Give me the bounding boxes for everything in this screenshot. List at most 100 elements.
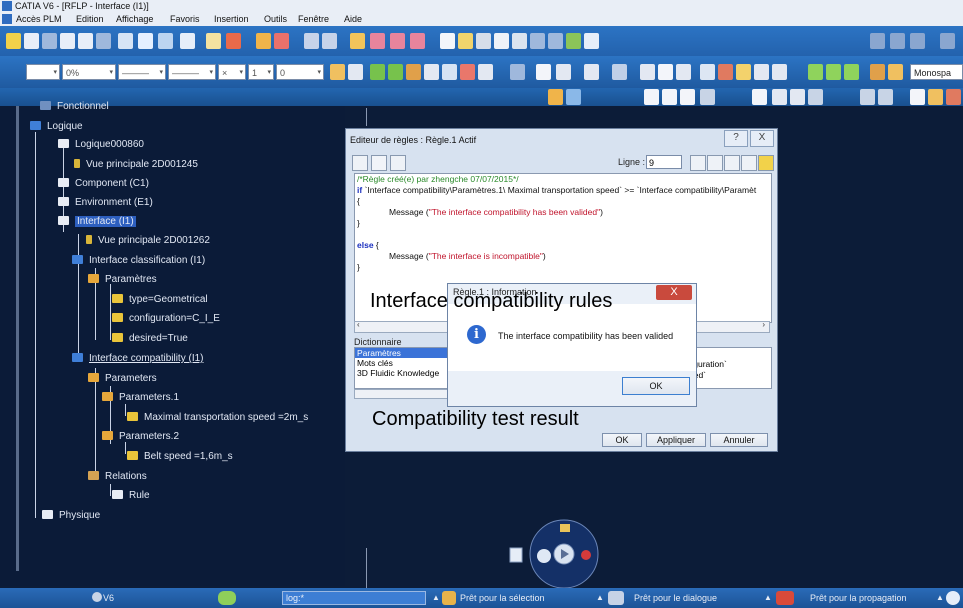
window-tile-icon[interactable]	[890, 33, 905, 49]
tree-node-max-transport-speed[interactable]: Maximal transportation speed =2m_s	[127, 411, 308, 425]
stop-icon[interactable]	[844, 64, 859, 80]
tree-node-interface-classification[interactable]: Interface classification (I1)	[72, 254, 205, 268]
tree-node-logique000860[interactable]: Logique000860	[58, 138, 144, 152]
window-a-icon[interactable]	[644, 89, 659, 105]
pen-icon[interactable]	[640, 64, 655, 80]
menu-outils[interactable]: Outils	[264, 12, 287, 26]
log-input[interactable]: log:*	[282, 591, 426, 605]
tree-node-parameters-2[interactable]: Parameters.2	[102, 430, 179, 444]
dropdown-icon[interactable]: ▲	[936, 591, 944, 605]
knowledge-icon[interactable]	[256, 33, 271, 49]
report-edit-icon[interactable]	[928, 89, 943, 105]
binoculars-icon[interactable]	[690, 155, 706, 171]
window-restore-icon[interactable]	[870, 33, 885, 49]
menu-favoris[interactable]: Favoris	[170, 12, 200, 26]
chart-icon[interactable]	[390, 33, 405, 49]
knowledge-expert-icon[interactable]	[888, 64, 903, 80]
tree-node-component[interactable]: Component (C1)	[58, 177, 149, 191]
chat-icon[interactable]	[584, 64, 599, 80]
compass-widget[interactable]	[508, 510, 604, 590]
lock-icon[interactable]	[736, 64, 751, 80]
light-icon[interactable]	[566, 89, 581, 105]
tree-node-belt-speed[interactable]: Belt speed =1,6m_s	[127, 450, 233, 464]
dictionary-item-parametres[interactable]: Paramètres	[355, 348, 455, 358]
dictionary-item-3d-fluidic[interactable]: 3D Fluidic Knowledge	[355, 368, 455, 378]
optimize-icon[interactable]	[870, 64, 885, 80]
rotate-icon[interactable]	[42, 33, 57, 49]
cancel-button[interactable]: Annuler	[710, 433, 768, 447]
compass-right-icon[interactable]	[581, 550, 591, 560]
tree-node-desired[interactable]: desired=True	[112, 332, 188, 346]
doc-edit-icon[interactable]	[772, 89, 787, 105]
doc-icon[interactable]	[752, 89, 767, 105]
compass-rotate-icon[interactable]	[537, 549, 551, 563]
undo-icon[interactable]	[530, 33, 545, 49]
window-c-icon[interactable]	[680, 89, 695, 105]
copy-icon[interactable]	[494, 33, 509, 49]
list-icon[interactable]	[700, 64, 715, 80]
apply-button[interactable]: Appliquer	[646, 433, 706, 447]
close-button[interactable]: X	[750, 130, 774, 147]
menu-insertion[interactable]: Insertion	[214, 12, 249, 26]
tree-node-parameters[interactable]: Parameters	[88, 372, 157, 386]
ok-button[interactable]: OK	[602, 433, 642, 447]
help-button[interactable]: ?	[724, 130, 748, 147]
tree-node-rule[interactable]: Rule	[112, 489, 150, 503]
info-close-button[interactable]: X	[656, 285, 692, 300]
dictionary-scrollbar[interactable]	[354, 389, 454, 399]
catalog-icon[interactable]	[772, 64, 787, 80]
reaction-icon[interactable]	[754, 64, 769, 80]
dropdown-icon[interactable]: ▲	[432, 591, 440, 605]
doc-check-icon[interactable]	[790, 89, 805, 105]
tree-view-icon[interactable]	[352, 155, 368, 171]
zoom-out-icon[interactable]	[78, 33, 93, 49]
select-icon[interactable]	[6, 33, 21, 49]
formula-fx-icon[interactable]	[658, 64, 673, 80]
paste-icon[interactable]	[512, 33, 527, 49]
snap-icon[interactable]	[388, 64, 403, 80]
multi-view-icon[interactable]	[158, 33, 173, 49]
open-icon[interactable]	[458, 33, 473, 49]
tree-node-relations[interactable]: Relations	[88, 470, 147, 484]
pencil-icon[interactable]	[758, 155, 774, 171]
camera-icon[interactable]	[206, 33, 221, 49]
dictionary-item-mots-cles[interactable]: Mots clés	[355, 358, 455, 368]
layer-combo[interactable]: 0 ▾	[276, 64, 324, 80]
menu-fenetre[interactable]: Fenêtre	[298, 12, 329, 26]
tree-node-physique[interactable]: Physique	[42, 509, 100, 523]
text-icon[interactable]	[536, 64, 551, 80]
dropdown-icon[interactable]: ▲	[596, 591, 604, 605]
brush-icon[interactable]	[348, 64, 363, 80]
tree-node-fonctionnel[interactable]: Fonctionnel	[40, 100, 109, 114]
tree-node-logique[interactable]: Logique	[30, 120, 83, 134]
whats-this-icon[interactable]	[584, 33, 599, 49]
point-symbol-combo[interactable]: × ▾	[218, 64, 246, 80]
font-combo[interactable]: Monospa	[910, 64, 963, 80]
dictionary-list[interactable]: Paramètres Mots clés 3D Fluidic Knowledg…	[354, 347, 456, 389]
window-b-icon[interactable]	[662, 89, 677, 105]
tree-node-vue-principale-1[interactable]: Vue principale 2D001245	[74, 158, 198, 172]
formula-icon[interactable]	[274, 33, 289, 49]
network-icon[interactable]	[700, 89, 715, 105]
rule-icon[interactable]	[350, 33, 365, 49]
update-icon[interactable]	[566, 33, 581, 49]
line-weight-combo[interactable]: 1 ▾	[248, 64, 274, 80]
move-icon[interactable]	[370, 64, 385, 80]
menu-affichage[interactable]: Affichage	[116, 12, 153, 26]
tree-node-environment[interactable]: Environment (E1)	[58, 196, 153, 210]
settings-icon[interactable]	[808, 89, 823, 105]
equation-icon[interactable]	[860, 89, 875, 105]
measure-icon[interactable]	[370, 33, 385, 49]
expand-icon[interactable]	[612, 64, 627, 80]
line-type-combo[interactable]: ——— ▾	[168, 64, 216, 80]
exclamation-icon[interactable]	[371, 155, 387, 171]
redo-icon[interactable]	[548, 33, 563, 49]
analysis-icon[interactable]	[410, 33, 425, 49]
law-icon[interactable]	[676, 64, 691, 80]
pan-icon[interactable]	[24, 33, 39, 49]
tree-node-type[interactable]: type=Geometrical	[112, 293, 208, 307]
insert-icon[interactable]	[724, 155, 740, 171]
menu-aide[interactable]: Aide	[344, 12, 362, 26]
table-icon[interactable]	[304, 33, 319, 49]
compass-tool-icon[interactable]	[406, 64, 421, 80]
